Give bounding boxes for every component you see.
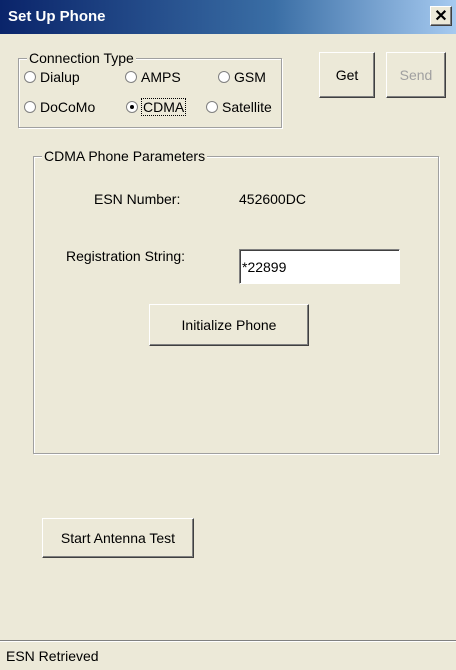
radio-cdma-label: CDMA xyxy=(140,98,187,116)
radio-docomo-label: DoCoMo xyxy=(40,99,96,115)
radio-gsm-indicator xyxy=(218,71,230,83)
title-bar: Set Up Phone ✕ xyxy=(0,0,456,34)
radio-amps-indicator xyxy=(125,71,137,83)
get-button[interactable]: Get xyxy=(319,52,375,98)
radio-gsm-label: GSM xyxy=(234,69,266,85)
send-button[interactable]: Send xyxy=(386,52,446,98)
radio-cdma[interactable]: CDMA xyxy=(126,98,187,116)
radio-cdma-indicator xyxy=(126,101,138,113)
cdma-params-label: CDMA Phone Parameters xyxy=(42,148,208,164)
close-button[interactable]: ✕ xyxy=(430,6,452,26)
start-antenna-test-button[interactable]: Start Antenna Test xyxy=(42,518,194,558)
radio-satellite-label: Satellite xyxy=(222,99,272,115)
radio-gsm[interactable]: GSM xyxy=(218,69,266,85)
connection-type-label: Connection Type xyxy=(27,50,136,66)
radio-amps-label: AMPS xyxy=(141,69,181,85)
registration-label: Registration String: xyxy=(66,248,186,264)
radio-dialup-label: Dialup xyxy=(40,69,80,85)
radio-dialup-indicator xyxy=(24,71,36,83)
close-icon: ✕ xyxy=(434,8,448,25)
radio-docomo-indicator xyxy=(24,101,36,113)
window-title: Set Up Phone xyxy=(8,8,106,25)
radio-docomo[interactable]: DoCoMo xyxy=(24,99,95,115)
status-text: ESN Retrieved xyxy=(6,648,99,664)
radio-satellite-indicator xyxy=(206,101,218,113)
radio-satellite[interactable]: Satellite xyxy=(206,99,272,115)
status-bar: ESN Retrieved xyxy=(0,640,456,670)
initialize-phone-button[interactable]: Initialize Phone xyxy=(149,304,309,346)
esn-label: ESN Number: xyxy=(94,191,181,207)
esn-value: 452600DC xyxy=(239,191,306,207)
cdma-params-group: CDMA Phone Parameters ESN Number: 452600… xyxy=(33,148,439,454)
radio-dialup[interactable]: Dialup xyxy=(24,69,80,85)
radio-amps[interactable]: AMPS xyxy=(125,69,181,85)
connection-type-group: Connection Type Dialup AMPS GSM DoCoMo C… xyxy=(18,50,282,128)
registration-string-input[interactable] xyxy=(239,249,400,284)
